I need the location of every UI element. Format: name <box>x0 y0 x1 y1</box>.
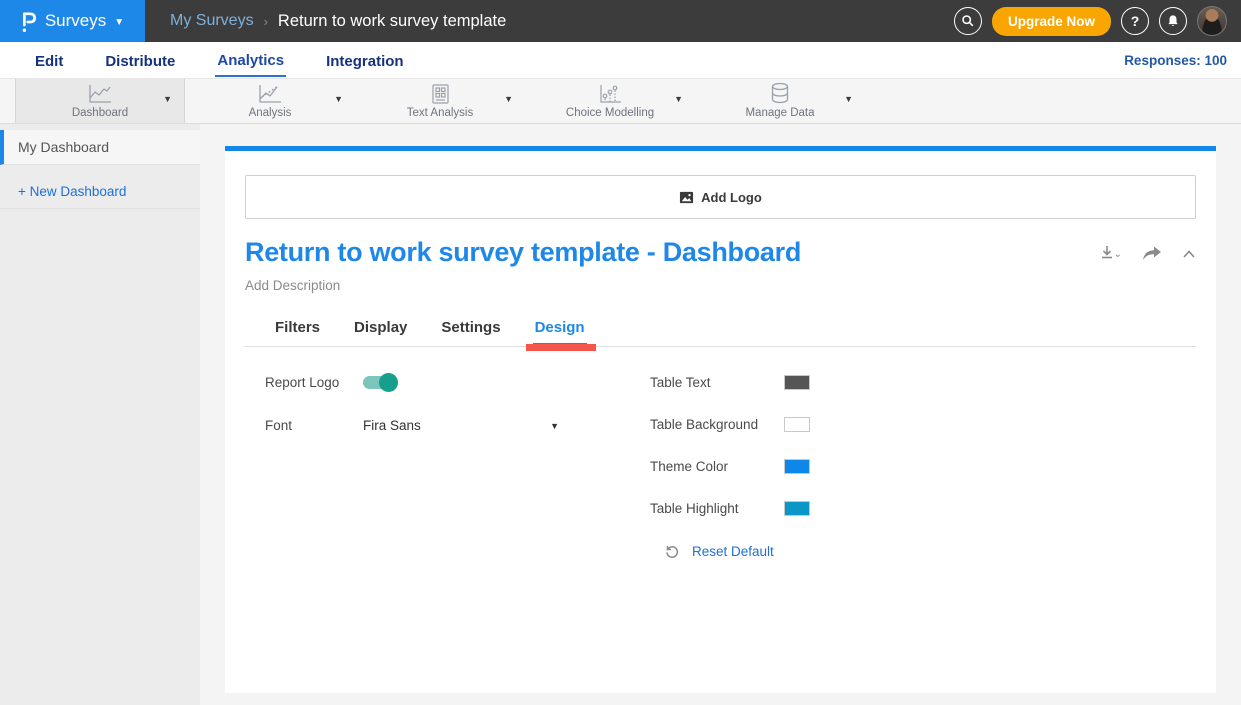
theme-color-label: Theme Color <box>650 459 728 474</box>
sidebar-item-my-dashboard[interactable]: My Dashboard <box>0 130 200 165</box>
font-selected-value: Fira Sans <box>363 418 421 433</box>
product-label: Surveys <box>45 11 106 31</box>
search-icon <box>961 14 975 28</box>
report-logo-row: Report Logo <box>265 375 650 390</box>
nav-analytics[interactable]: Analytics <box>215 44 286 77</box>
tab-display[interactable]: Display <box>352 313 409 346</box>
analytics-toolbar: Dashboard ▼ Analysis ▼ Text Analysis ▼ <box>0 79 1241 124</box>
toolbar-analysis-label: Analysis <box>249 107 292 119</box>
toolbar-manage-data[interactable]: Manage Data ▼ <box>695 79 865 123</box>
panel-accent-bar <box>225 146 1216 151</box>
main-area: Add Logo Return to work survey template … <box>200 124 1241 705</box>
bell-icon <box>1166 14 1180 28</box>
title-actions <box>1100 237 1196 263</box>
body: My Dashboard + New Dashboard Add Logo Re… <box>0 124 1241 705</box>
dashboard-sidebar: My Dashboard + New Dashboard <box>0 124 200 705</box>
database-icon <box>768 81 792 105</box>
add-logo-dropzone[interactable]: Add Logo <box>245 175 1196 219</box>
toolbar-analysis[interactable]: Analysis ▼ <box>185 79 355 123</box>
toggle-knob <box>379 373 398 392</box>
toolbar-choice-modelling[interactable]: Choice Modelling ▼ <box>525 79 695 123</box>
chevron-down-icon[interactable]: ▼ <box>674 94 683 104</box>
color-setting-row: Theme Color <box>650 459 810 474</box>
color-setting-row: Table Text <box>650 375 810 390</box>
table-background-swatch[interactable] <box>784 417 810 432</box>
toolbar-choice-modelling-label: Choice Modelling <box>566 107 654 119</box>
undo-icon <box>664 543 680 559</box>
analysis-chart-icon <box>257 81 283 105</box>
text-analysis-icon <box>428 81 452 105</box>
top-header: Surveys ▼ My Surveys › Return to work su… <box>0 0 1241 42</box>
design-form-right: Table Text Table Background Theme Color … <box>650 375 810 559</box>
tab-design[interactable]: Design <box>533 313 587 346</box>
report-logo-toggle[interactable] <box>363 376 395 389</box>
toolbar-text-analysis[interactable]: Text Analysis ▼ <box>355 79 525 123</box>
survey-nav: Edit Distribute Analytics Integration Re… <box>0 42 1241 79</box>
font-dropdown[interactable]: Fira Sans ▼ <box>363 418 559 433</box>
chevron-down-icon[interactable]: ▼ <box>163 94 172 104</box>
page-title[interactable]: Return to work survey template - Dashboa… <box>245 237 801 268</box>
collapse-chevron-icon[interactable] <box>1182 249 1196 259</box>
color-setting-row: Table Background <box>650 417 810 432</box>
upgrade-now-button[interactable]: Upgrade Now <box>992 7 1111 36</box>
user-avatar[interactable] <box>1197 6 1227 36</box>
my-dashboard-label: My Dashboard <box>18 139 109 155</box>
dashboard-panel: Add Logo Return to work survey template … <box>225 146 1216 693</box>
tab-design-label: Design <box>535 319 585 336</box>
nav-distribute[interactable]: Distribute <box>103 45 177 76</box>
download-icon[interactable] <box>1100 245 1122 263</box>
add-logo-label: Add Logo <box>701 190 762 205</box>
breadcrumb: My Surveys › Return to work survey templ… <box>170 12 954 31</box>
new-dashboard-button[interactable]: + New Dashboard <box>0 175 200 209</box>
toolbar-dashboard-label: Dashboard <box>72 107 128 119</box>
table-highlight-label: Table Highlight <box>650 501 739 516</box>
questionpro-logo-icon <box>21 8 37 34</box>
toolbar-dashboard[interactable]: Dashboard ▼ <box>15 79 185 123</box>
image-icon <box>679 190 694 205</box>
breadcrumb-separator-icon: › <box>264 14 268 29</box>
choice-modelling-icon <box>597 81 623 105</box>
nav-integration[interactable]: Integration <box>324 45 406 76</box>
chevron-down-icon[interactable]: ▼ <box>334 94 343 104</box>
font-label: Font <box>265 418 363 433</box>
annotation-highlight <box>526 344 596 351</box>
reset-default-label: Reset Default <box>692 544 774 559</box>
table-background-label: Table Background <box>650 417 758 432</box>
toolbar-text-analysis-label: Text Analysis <box>407 107 473 119</box>
responses-count: Responses: 100 <box>1124 53 1227 68</box>
settings-tabs: Filters Display Settings Design <box>245 313 1196 347</box>
search-button[interactable] <box>954 7 982 35</box>
product-switcher[interactable]: Surveys ▼ <box>0 0 145 42</box>
table-text-swatch[interactable] <box>784 375 810 390</box>
table-highlight-swatch[interactable] <box>784 501 810 516</box>
table-text-label: Table Text <box>650 375 711 390</box>
header-actions: Upgrade Now ? <box>954 6 1241 36</box>
title-row: Return to work survey template - Dashboa… <box>245 237 1196 268</box>
chevron-down-icon: ▼ <box>550 421 559 431</box>
font-row: Font Fira Sans ▼ <box>265 418 650 433</box>
chevron-down-icon: ▼ <box>114 17 124 28</box>
breadcrumb-my-surveys[interactable]: My Surveys <box>170 12 254 30</box>
chevron-down-icon[interactable]: ▼ <box>504 94 513 104</box>
tab-settings[interactable]: Settings <box>439 313 502 346</box>
breadcrumb-current: Return to work survey template <box>278 12 506 31</box>
color-setting-row: Table Highlight <box>650 501 810 516</box>
share-icon[interactable] <box>1142 246 1162 263</box>
reset-default-button[interactable]: Reset Default <box>664 543 810 559</box>
dashboard-chart-icon <box>87 81 113 105</box>
theme-color-swatch[interactable] <box>784 459 810 474</box>
report-logo-label: Report Logo <box>265 375 363 390</box>
add-description-field[interactable]: Add Description <box>245 278 1196 293</box>
chevron-down-icon[interactable]: ▼ <box>844 94 853 104</box>
help-button[interactable]: ? <box>1121 7 1149 35</box>
nav-edit[interactable]: Edit <box>33 45 65 76</box>
tab-filters[interactable]: Filters <box>273 313 322 346</box>
toolbar-manage-data-label: Manage Data <box>745 107 814 119</box>
design-form-left: Report Logo Font Fira Sans ▼ <box>265 375 650 559</box>
question-mark-icon: ? <box>1131 13 1140 29</box>
new-dashboard-label: + New Dashboard <box>18 184 126 199</box>
design-form: Report Logo Font Fira Sans ▼ <box>265 375 1196 559</box>
notifications-button[interactable] <box>1159 7 1187 35</box>
